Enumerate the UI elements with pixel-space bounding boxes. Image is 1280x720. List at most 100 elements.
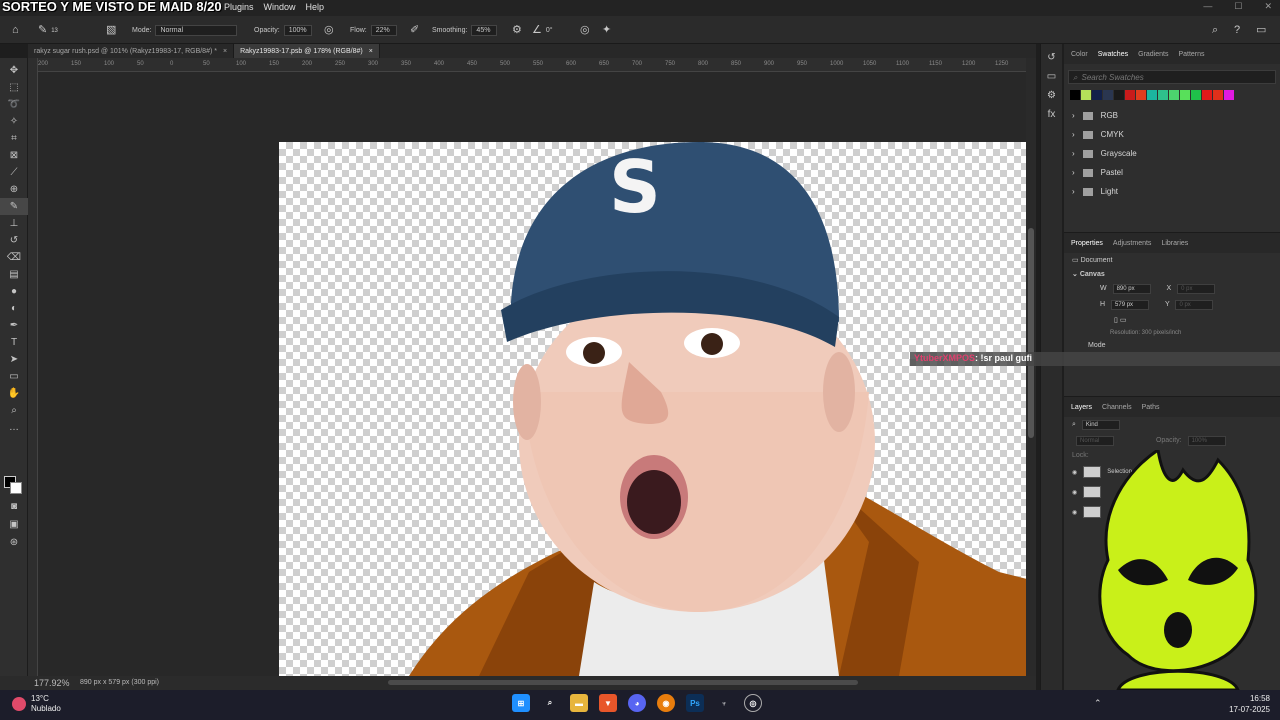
zoom-tool-icon[interactable]: ⌕	[0, 402, 28, 419]
color-swatch[interactable]	[1224, 90, 1234, 100]
crop-tool-icon[interactable]: ⌗	[0, 130, 28, 147]
scroll-thumb[interactable]	[1028, 228, 1034, 438]
history-brush-tool-icon[interactable]: ↺	[0, 232, 28, 249]
healing-tool-icon[interactable]: ⊕	[0, 181, 28, 198]
vertical-scrollbar[interactable]	[1026, 58, 1036, 680]
tab-channels[interactable]: Channels	[1102, 404, 1132, 411]
color-swatch[interactable]	[1125, 90, 1135, 100]
tab-properties[interactable]: Properties	[1071, 240, 1103, 247]
eraser-tool-icon[interactable]: ⌫	[0, 249, 28, 266]
dodge-tool-icon[interactable]: ◐	[0, 300, 28, 317]
background-color[interactable]	[10, 482, 22, 494]
color-swatch[interactable]	[1147, 90, 1157, 100]
app-icon[interactable]: ♆	[715, 694, 733, 712]
color-swatch[interactable]	[1070, 90, 1080, 100]
quick-select-tool-icon[interactable]: ✧	[0, 113, 28, 130]
search-icon[interactable]: ⌕	[541, 694, 559, 712]
width-field[interactable]: 890 px	[1112, 284, 1151, 294]
fx-icon[interactable]: fx	[1041, 109, 1062, 120]
eye-icon[interactable]: ◉	[1072, 509, 1077, 516]
color-swatch[interactable]	[1158, 90, 1168, 100]
y-field[interactable]: 0 px	[1175, 300, 1214, 310]
blur-tool-icon[interactable]: ●	[0, 283, 28, 300]
horizontal-scrollbar[interactable]	[388, 680, 858, 685]
close-icon[interactable]: ✕	[1264, 1, 1272, 12]
obs-icon[interactable]: ◎	[744, 694, 762, 712]
flow-field[interactable]: 22%	[370, 25, 397, 36]
menu-plugins[interactable]: Plugins	[224, 2, 254, 12]
swatch-folder-light[interactable]: › Light	[1064, 182, 1280, 201]
color-swatch[interactable]	[1081, 90, 1091, 100]
lasso-tool-icon[interactable]: ➰	[0, 96, 28, 113]
edit-toolbar-icon[interactable]: ⊛	[0, 534, 28, 551]
swatch-folder-pastel[interactable]: › Pastel	[1064, 163, 1280, 182]
document-canvas[interactable]: S	[279, 142, 1026, 676]
comments-icon[interactable]: ▭	[1041, 71, 1062, 82]
tab-adjustments[interactable]: Adjustments	[1113, 240, 1152, 247]
pen-tool-icon[interactable]: ✒	[0, 317, 28, 334]
minimize-icon[interactable]: —	[1203, 1, 1212, 12]
clock[interactable]: 16:58 17-07-2025	[1229, 693, 1270, 715]
hand-tool-icon[interactable]: ✋	[0, 385, 28, 402]
workspace-icon[interactable]: ▭	[1256, 25, 1266, 36]
brush-tool-icon[interactable]: ✎	[0, 198, 28, 215]
gradient-tool-icon[interactable]: ▤	[0, 266, 28, 283]
quick-mask-icon[interactable]: ◙	[0, 498, 28, 515]
tab-color[interactable]: Color	[1071, 51, 1088, 58]
color-swatch[interactable]	[1114, 90, 1124, 100]
file-explorer-icon[interactable]: ▬	[570, 694, 588, 712]
angle-field[interactable]: 0°	[546, 27, 553, 34]
close-icon[interactable]: ×	[369, 48, 373, 55]
portrait-icon[interactable]: ▯	[1114, 317, 1118, 324]
marquee-tool-icon[interactable]: ⬚	[0, 79, 28, 96]
tab-patterns[interactable]: Patterns	[1178, 51, 1204, 58]
close-icon[interactable]: ×	[223, 48, 227, 55]
brush-preset-icon[interactable]: ✎ 13	[38, 25, 58, 36]
mode-select[interactable]: Normal	[155, 25, 238, 36]
color-swatch[interactable]	[1213, 90, 1223, 100]
color-swatch[interactable]	[1169, 90, 1179, 100]
color-swatch[interactable]	[1136, 90, 1146, 100]
zoom-level[interactable]: 177.92%	[34, 678, 70, 688]
x-field[interactable]: 0 px	[1177, 284, 1216, 294]
height-field[interactable]: 579 px	[1111, 300, 1150, 310]
color-swatch[interactable]	[1202, 90, 1212, 100]
layer-opacity-field[interactable]: 100%	[1187, 436, 1226, 446]
tab-layers[interactable]: Layers	[1071, 404, 1092, 411]
tab-rakyz-sugar-rush[interactable]: rakyz sugar rush.psd @ 101% (Rakyz19983-…	[28, 44, 235, 58]
color-swatch[interactable]	[1103, 90, 1113, 100]
path-select-tool-icon[interactable]: ➤	[0, 351, 28, 368]
canvas-area[interactable]: S	[38, 72, 1026, 676]
blend-mode-select[interactable]: Normal	[1076, 436, 1114, 446]
symmetry-icon[interactable]: ✦	[602, 25, 611, 36]
tray-chevron-icon[interactable]: ⌃	[1094, 698, 1102, 709]
blender-icon[interactable]: ◉	[657, 694, 675, 712]
properties-icon[interactable]: ⚙	[1041, 90, 1062, 101]
stamp-tool-icon[interactable]: ⊥	[0, 215, 28, 232]
type-tool-icon[interactable]: T	[0, 334, 28, 351]
photoshop-icon[interactable]: Ps	[686, 694, 704, 712]
weather-widget[interactable]: 13°C Nublado	[12, 694, 61, 714]
shape-tool-icon[interactable]: ▭	[0, 368, 28, 385]
swatch-folder-grayscale[interactable]: › Grayscale	[1064, 144, 1280, 163]
color-swatch[interactable]	[1180, 90, 1190, 100]
tab-libraries[interactable]: Libraries	[1161, 240, 1188, 247]
brave-browser-icon[interactable]: ▼	[599, 694, 617, 712]
help-icon[interactable]: ?	[1234, 25, 1240, 36]
tab-swatches[interactable]: Swatches	[1098, 51, 1128, 58]
eye-icon[interactable]: ◉	[1072, 469, 1077, 476]
color-swatch[interactable]	[1092, 90, 1102, 100]
layer-filter-select[interactable]: Kind	[1081, 420, 1120, 430]
color-swatch[interactable]	[1191, 90, 1201, 100]
frame-tool-icon[interactable]: ⊠	[0, 147, 28, 164]
move-tool-icon[interactable]: ✥	[0, 62, 28, 79]
eye-icon[interactable]: ◉	[1072, 489, 1077, 496]
maximize-icon[interactable]: ☐	[1234, 1, 1242, 12]
swatch-folder-cmyk[interactable]: › CMYK	[1064, 125, 1280, 144]
windows-start-icon[interactable]: ⊞	[512, 694, 530, 712]
history-icon[interactable]: ↺	[1041, 52, 1062, 63]
airbrush-icon[interactable]: ✐	[410, 25, 419, 36]
smoothing-settings-icon[interactable]: ⚙	[512, 25, 522, 36]
eyedropper-tool-icon[interactable]: ⟋	[0, 164, 28, 181]
landscape-icon[interactable]: ▭	[1120, 317, 1127, 324]
